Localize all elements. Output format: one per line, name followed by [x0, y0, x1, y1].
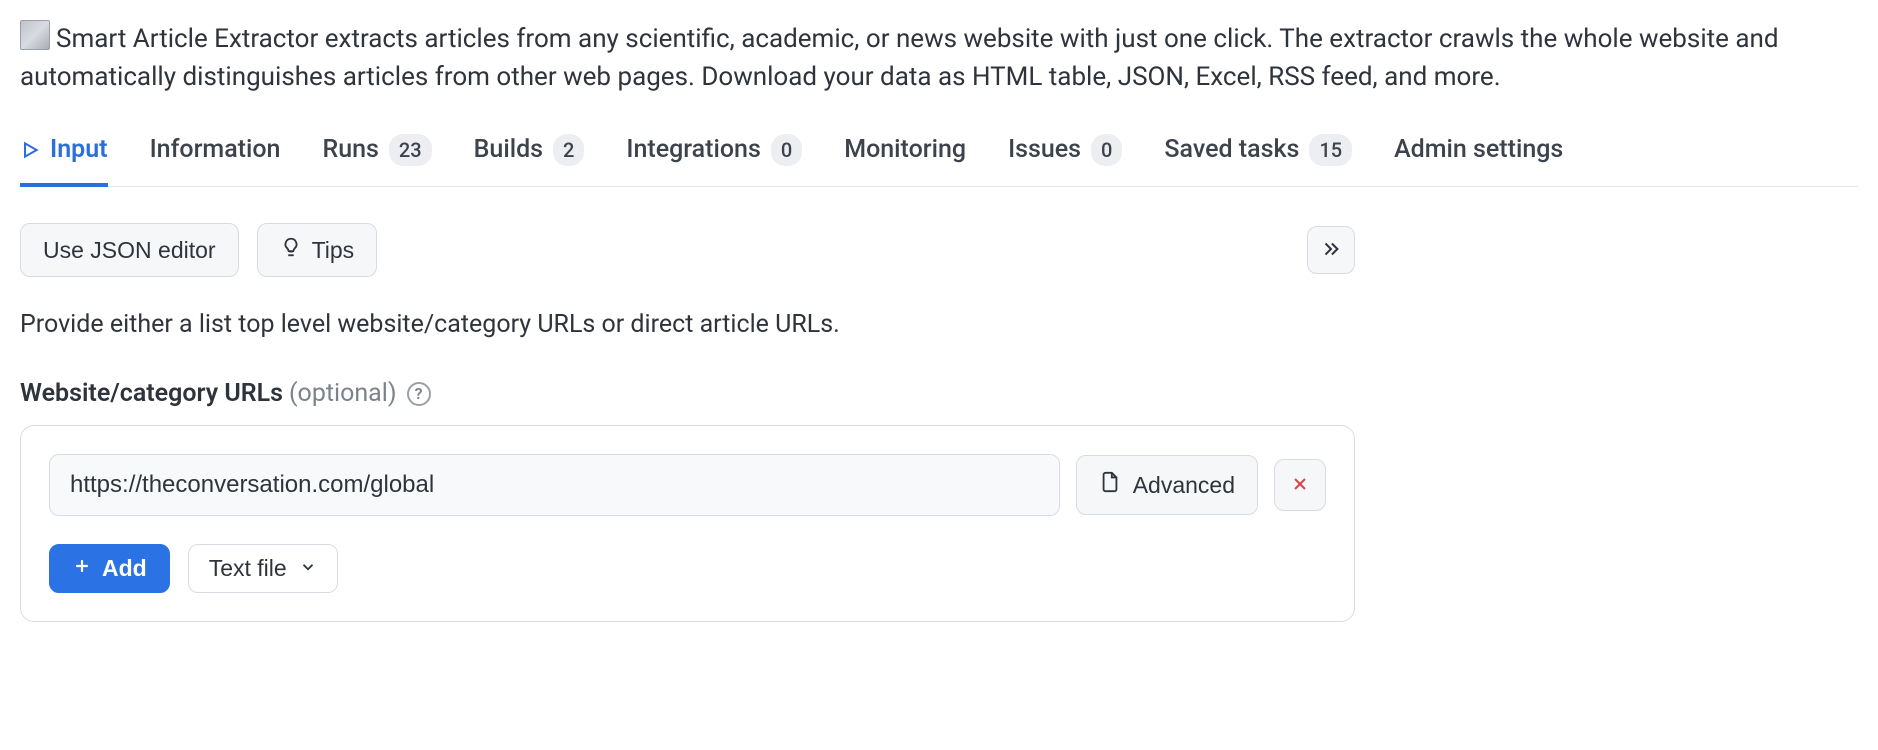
field-label-text: Website/category URLs [20, 376, 283, 411]
tab-saved-tasks[interactable]: Saved tasks 15 [1164, 126, 1352, 187]
help-icon[interactable]: ? [407, 382, 431, 406]
tab-builds[interactable]: Builds 2 [474, 126, 585, 187]
tab-admin-settings[interactable]: Admin settings [1394, 126, 1563, 187]
tab-badge: 0 [1091, 134, 1122, 166]
play-icon [20, 140, 40, 160]
app-icon [20, 20, 50, 50]
tab-badge: 2 [553, 134, 584, 166]
json-editor-button[interactable]: Use JSON editor [20, 223, 239, 277]
url-input[interactable] [49, 454, 1060, 516]
app-description-text: Smart Article Extractor extracts article… [20, 24, 1779, 92]
close-icon [1290, 474, 1310, 497]
tab-integrations[interactable]: Integrations 0 [626, 126, 802, 187]
text-file-button[interactable]: Text file [188, 544, 338, 593]
lightbulb-icon [280, 236, 302, 264]
tab-label: Integrations [626, 132, 760, 167]
remove-url-button[interactable] [1274, 459, 1326, 511]
section-instruction: Provide either a list top level website/… [20, 307, 1858, 342]
url-row: Advanced [49, 454, 1326, 516]
field-label-row: Website/category URLs (optional) ? [20, 376, 1858, 411]
button-label: Text file [209, 555, 287, 582]
tab-runs[interactable]: Runs 23 [322, 126, 431, 187]
chevron-down-icon [299, 555, 317, 582]
tab-bar: Input Information Runs 23 Builds 2 Integ… [20, 126, 1858, 187]
tab-label: Input [50, 132, 108, 167]
tab-label: Saved tasks [1164, 132, 1299, 167]
button-label: Add [102, 555, 147, 582]
tab-badge: 0 [771, 134, 802, 166]
chevron-double-right-icon [1320, 238, 1342, 263]
row-actions: Add Text file [49, 544, 1326, 593]
toolbar-left: Use JSON editor Tips [20, 223, 377, 277]
add-url-button[interactable]: Add [49, 544, 170, 593]
url-list-card: Advanced Add Text file [20, 425, 1355, 622]
collapse-panel-button[interactable] [1307, 226, 1355, 274]
button-label: Use JSON editor [43, 237, 216, 264]
button-label: Advanced [1133, 472, 1235, 499]
plus-icon [72, 555, 92, 582]
app-description: Smart Article Extractor extracts article… [20, 20, 1858, 96]
button-label: Tips [312, 237, 355, 264]
tab-information[interactable]: Information [150, 126, 281, 187]
tab-label: Issues [1008, 132, 1081, 167]
tab-badge: 15 [1309, 134, 1352, 166]
tab-label: Monitoring [844, 132, 966, 167]
document-icon [1099, 470, 1121, 500]
tab-input[interactable]: Input [20, 126, 108, 187]
tab-monitoring[interactable]: Monitoring [844, 126, 966, 187]
optional-text: (optional) [289, 376, 397, 411]
tab-label: Information [150, 132, 281, 167]
toolbar: Use JSON editor Tips [20, 223, 1355, 277]
advanced-button[interactable]: Advanced [1076, 455, 1258, 515]
tips-button[interactable]: Tips [257, 223, 378, 277]
tab-label: Builds [474, 132, 543, 167]
tab-label: Admin settings [1394, 132, 1563, 167]
tab-badge: 23 [389, 134, 432, 166]
tab-issues[interactable]: Issues 0 [1008, 126, 1122, 187]
tab-label: Runs [322, 132, 378, 167]
